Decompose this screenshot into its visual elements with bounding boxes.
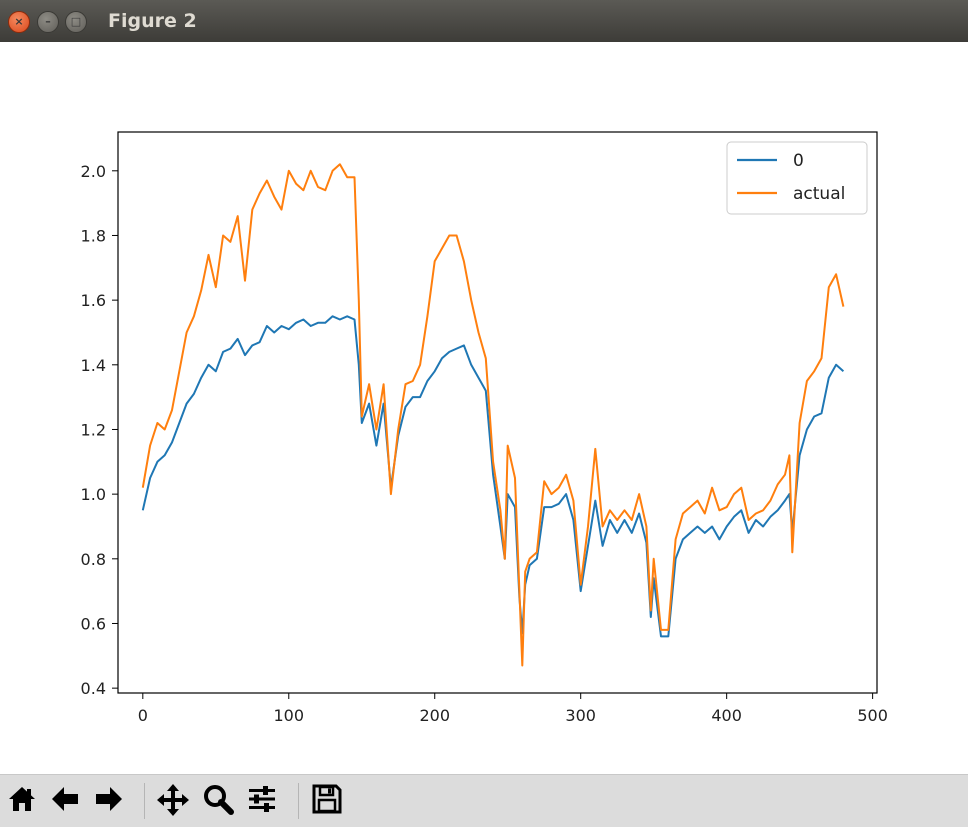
y-tick-label: 2.0 [81, 162, 106, 181]
window-title: Figure 2 [108, 10, 197, 32]
x-tick-label: 500 [857, 706, 888, 725]
y-tick-label: 1.8 [81, 226, 106, 245]
legend-label: 0 [793, 151, 804, 171]
x-tick-label: 100 [274, 706, 305, 725]
arrow-right-icon [96, 787, 122, 811]
y-tick-label: 0.4 [81, 679, 106, 698]
arrow-left-icon [52, 787, 78, 811]
x-tick-label: 400 [711, 706, 742, 725]
x-tick-label: 200 [419, 706, 450, 725]
zoom-button[interactable] [202, 783, 238, 819]
legend-label: actual [793, 184, 845, 204]
home-button[interactable] [6, 783, 42, 819]
window-maximize-button[interactable]: □ [65, 11, 87, 33]
line-chart: 0 100 200 300 400 500 0.4 0.6 0.8 1.0 1.2 1.4 1.6 1.8… [81, 131, 888, 725]
configure-subplots-button[interactable] [246, 783, 282, 819]
sliders-icon [249, 786, 275, 812]
maximize-icon: □ [70, 15, 82, 28]
window-close-button[interactable]: × [8, 11, 30, 33]
home-icon [9, 787, 35, 811]
window-titlebar: × – □ Figure 2 [0, 0, 968, 43]
toolbar-separator [144, 783, 145, 819]
move-icon [157, 784, 189, 816]
minimize-icon: – [45, 15, 51, 28]
figure-canvas[interactable]: 0 100 200 300 400 500 0.4 0.6 0.8 1.0 1.2 1.4 1.6 1.8… [0, 42, 968, 774]
floppy-disk-icon [312, 784, 342, 814]
forward-button[interactable] [93, 783, 129, 819]
y-tick-label: 0.8 [81, 550, 106, 569]
x-tick-label: 0 [138, 706, 148, 725]
y-tick-label: 1.6 [81, 291, 106, 310]
pan-button[interactable] [156, 783, 192, 819]
y-tick-label: 1.4 [81, 356, 106, 375]
magnifier-icon [204, 785, 234, 815]
save-figure-button[interactable] [311, 783, 347, 819]
close-icon: × [14, 15, 24, 28]
y-tick-label: 1.0 [81, 485, 106, 504]
toolbar-separator [298, 783, 299, 819]
navigation-toolbar [0, 774, 968, 827]
x-tick-label: 300 [565, 706, 596, 725]
y-tick-label: 1.2 [81, 420, 106, 439]
back-button[interactable] [49, 783, 85, 819]
y-tick-label: 0.6 [81, 614, 106, 633]
window-minimize-button[interactable]: – [37, 11, 59, 33]
axes-frame [117, 131, 878, 694]
